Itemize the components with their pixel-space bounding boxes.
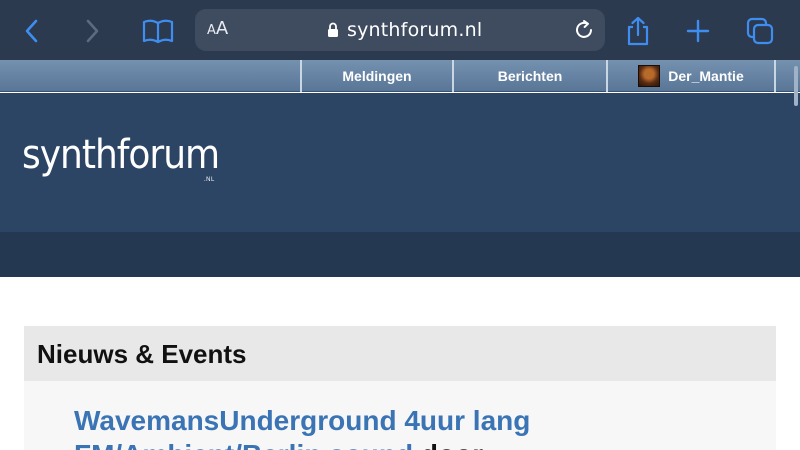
tabs-button[interactable] bbox=[738, 10, 782, 52]
lock-icon bbox=[328, 22, 338, 37]
avatar bbox=[638, 65, 661, 87]
nav-messages[interactable]: Berichten bbox=[452, 60, 606, 92]
browser-toolbar: AA synthforum.nl bbox=[0, 0, 800, 60]
url-display[interactable]: synthforum.nl bbox=[327, 19, 482, 41]
post-title: WavemansUnderground 4uur lang FM/Ambient… bbox=[74, 404, 714, 450]
nav-notifications[interactable]: Meldingen bbox=[300, 60, 452, 92]
post-by-label: door bbox=[421, 439, 483, 450]
share-icon bbox=[627, 16, 649, 46]
back-button[interactable] bbox=[10, 10, 54, 52]
tabs-icon bbox=[746, 17, 774, 45]
page-scrollbar[interactable] bbox=[794, 66, 798, 106]
section-title: Nieuws & Events bbox=[37, 339, 247, 369]
share-button[interactable] bbox=[616, 10, 660, 52]
forum-header-banner: synthforum .NL bbox=[0, 93, 800, 232]
section-header: Nieuws & Events bbox=[24, 326, 776, 381]
reload-icon[interactable] bbox=[573, 19, 595, 41]
synthforum-logo[interactable]: synthforum .NL bbox=[22, 131, 222, 191]
url-text: synthforum.nl bbox=[347, 19, 483, 41]
bookmarks-button[interactable] bbox=[136, 10, 180, 52]
book-icon bbox=[142, 19, 174, 44]
chevron-right-icon bbox=[86, 19, 99, 43]
forum-top-nav: Meldingen Berichten Der_Mantie bbox=[0, 60, 800, 92]
header-sub-bar bbox=[0, 232, 800, 277]
plus-icon bbox=[686, 19, 710, 43]
address-bar[interactable]: AA synthforum.nl bbox=[195, 9, 605, 51]
news-events-section: Nieuws & Events WavemansUnderground 4uur… bbox=[24, 326, 776, 450]
nav-user-profile[interactable]: Der_Mantie bbox=[606, 60, 776, 92]
text-size-button[interactable]: AA bbox=[207, 18, 228, 39]
new-tab-button[interactable] bbox=[676, 10, 720, 52]
chevron-left-icon bbox=[25, 19, 38, 43]
forward-button[interactable] bbox=[70, 10, 114, 52]
